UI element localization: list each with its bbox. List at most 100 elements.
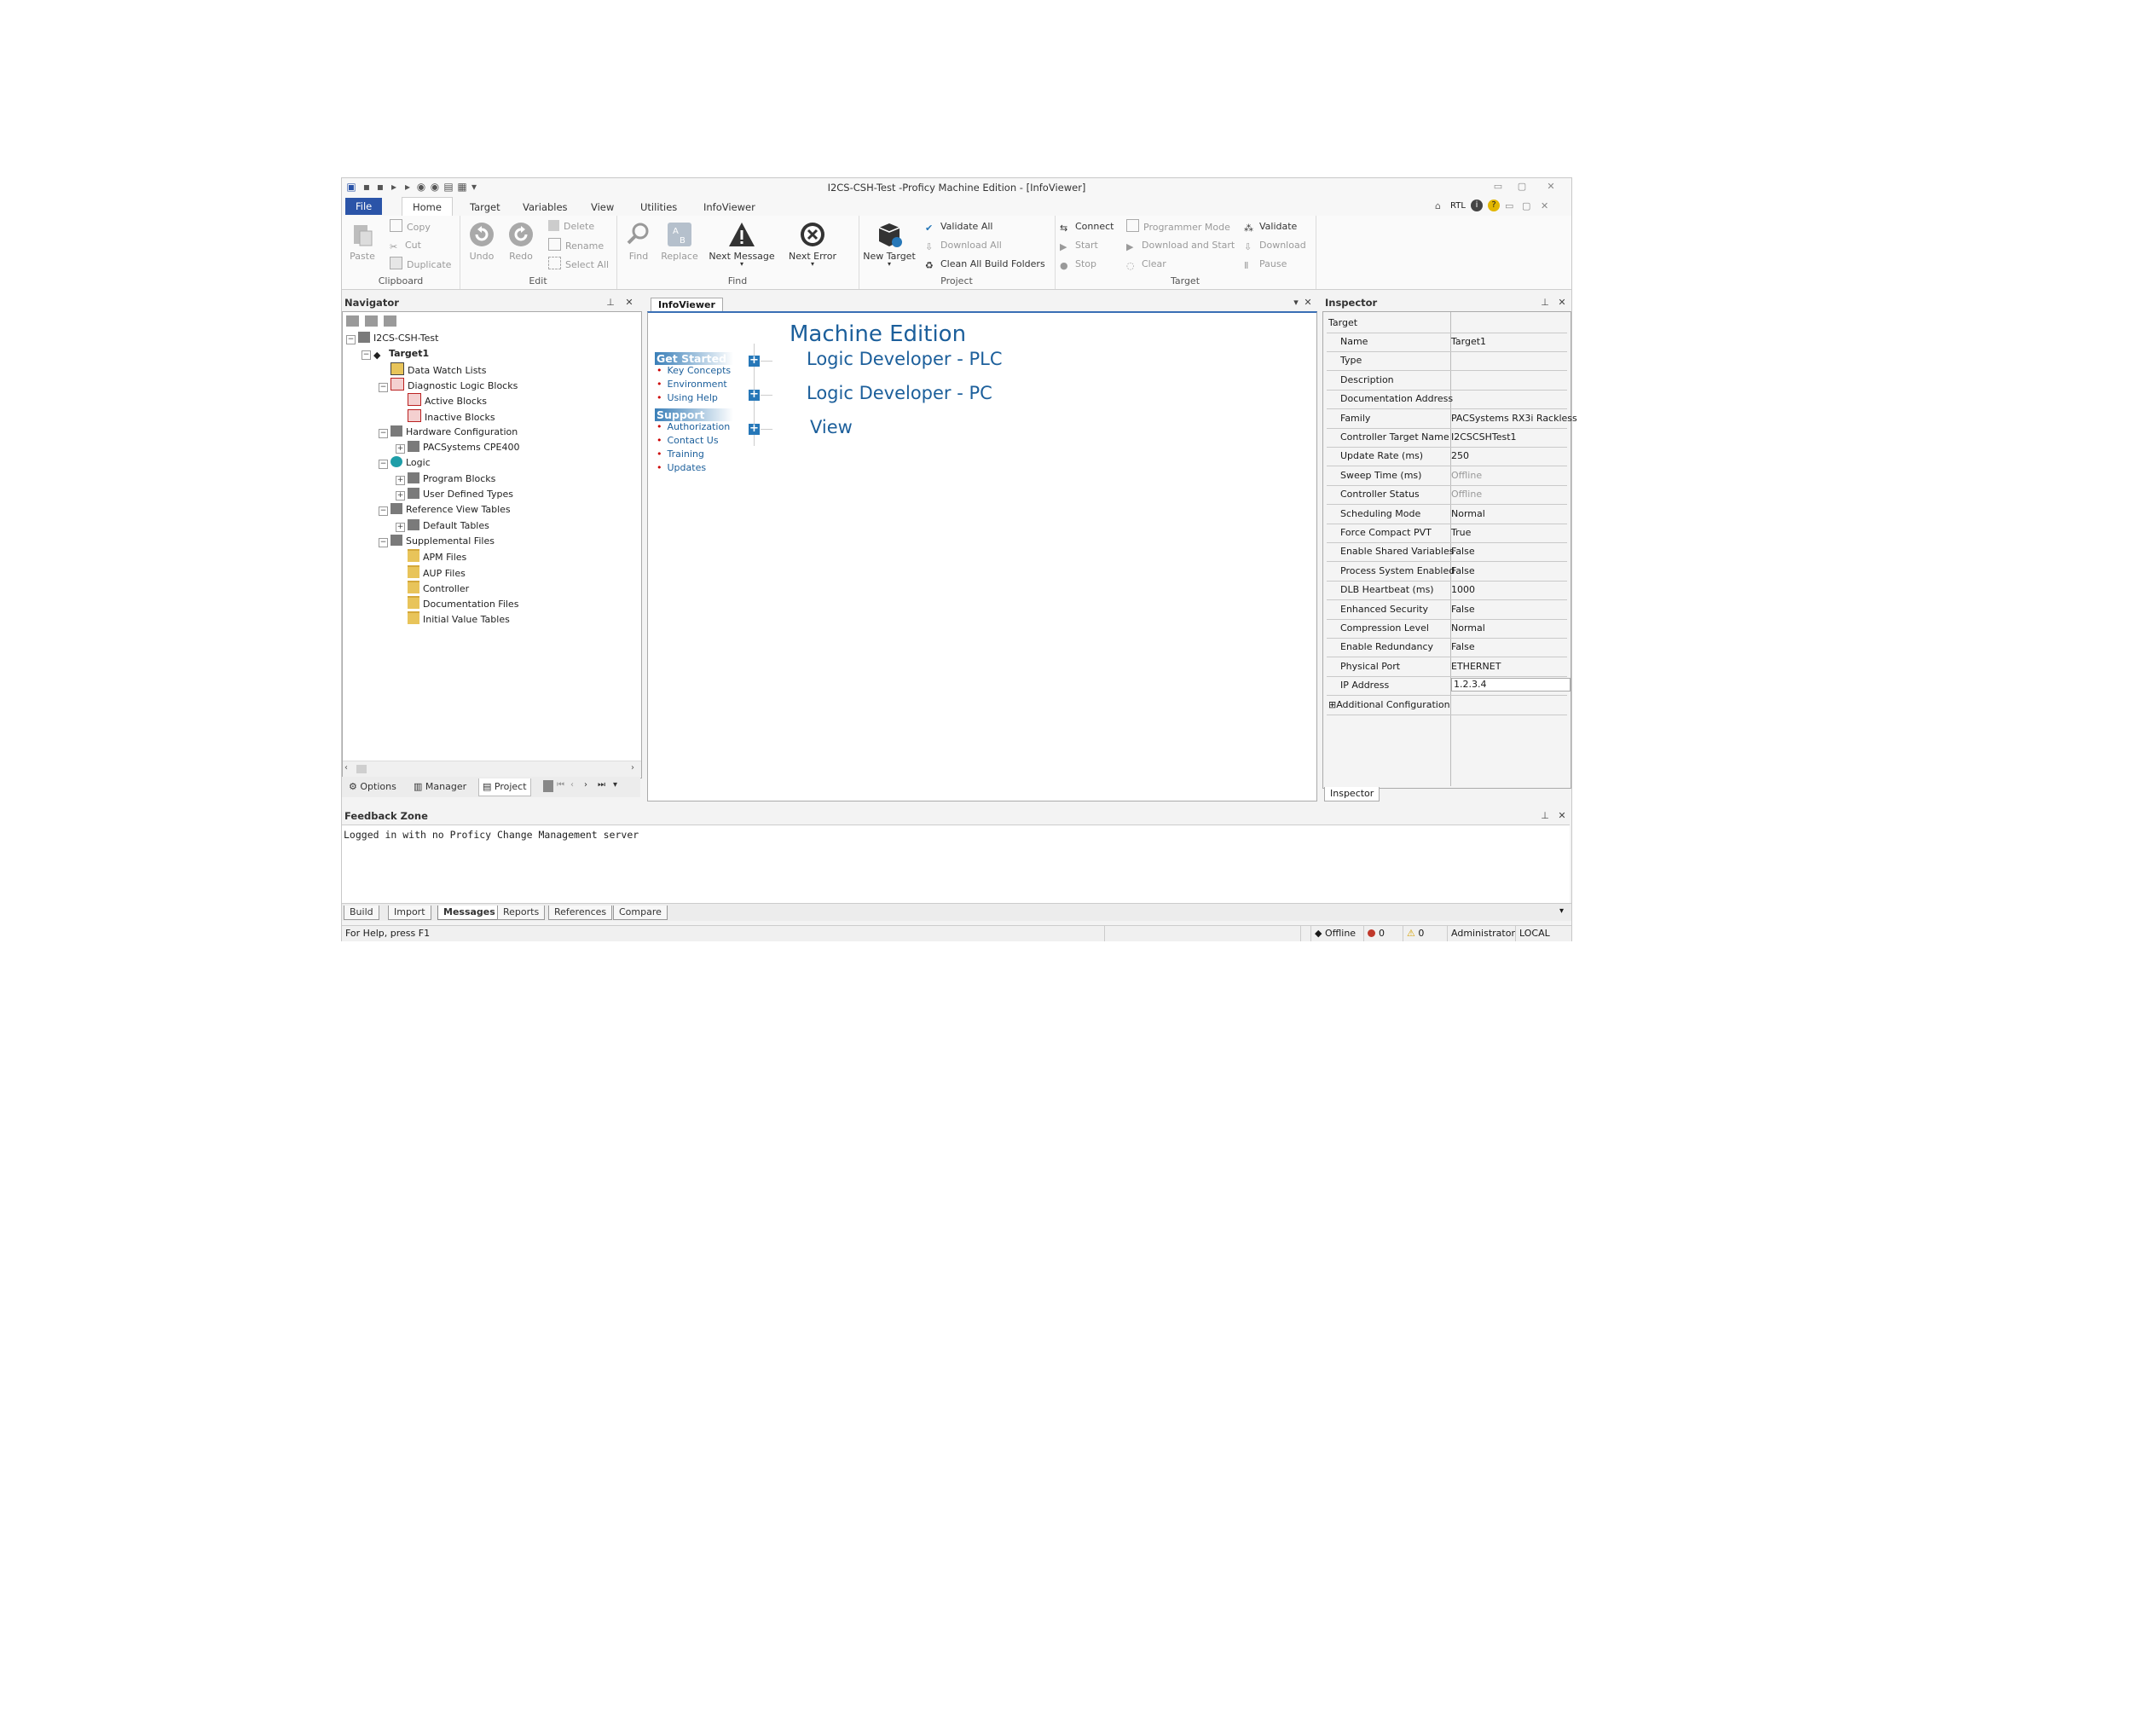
expand-icon[interactable]: +	[396, 491, 405, 501]
property-row[interactable]: Compression Level Normal	[1327, 619, 1567, 639]
expand-icon[interactable]: +	[396, 475, 405, 485]
duplicate-button[interactable]: Duplicate	[390, 257, 451, 272]
tree-item[interactable]: Inactive Blocks	[396, 408, 495, 425]
expand-icon[interactable]: +	[396, 522, 405, 532]
property-value[interactable]: True	[1451, 527, 1471, 538]
property-value[interactable]: Normal	[1451, 622, 1485, 634]
tree-item[interactable]: AUP Files	[396, 564, 466, 581]
status-warnings[interactable]: ⚠ 0	[1403, 926, 1424, 941]
start-button[interactable]: ▶ Start	[1060, 238, 1098, 253]
property-value[interactable]: False	[1451, 604, 1475, 615]
property-row[interactable]: Name Target1	[1327, 333, 1567, 352]
infoviewer-close-icon[interactable]: ✕	[1302, 296, 1314, 310]
tab-infoviewer[interactable]: InfoViewer	[693, 200, 766, 215]
property-row[interactable]: Type	[1327, 351, 1567, 372]
inspector-close-icon[interactable]: ✕	[1556, 296, 1568, 310]
property-row[interactable]: Force Compact PVT True	[1327, 524, 1567, 543]
collapse-icon[interactable]: −	[362, 350, 371, 361]
property-row[interactable]: DLB Heartbeat (ms) 1000	[1327, 581, 1567, 601]
feedback-close-icon[interactable]: ✕	[1556, 809, 1568, 823]
collapse-icon[interactable]: −	[379, 428, 388, 438]
tab-manager[interactable]: ▥ Manager	[410, 778, 470, 796]
scroll-left-icon[interactable]: ‹	[344, 763, 348, 773]
view-properties-icon[interactable]	[384, 315, 396, 327]
tree-item[interactable]: Data Watch Lists	[379, 362, 486, 378]
property-value[interactable]: False	[1451, 546, 1475, 557]
tab-next-icon[interactable]: ›	[584, 780, 587, 790]
expand-plc-icon[interactable]: +	[749, 355, 760, 367]
tab-messages[interactable]: Messages	[437, 906, 501, 920]
link-using-help[interactable]: • Using Help	[657, 391, 718, 405]
scroll-thumb[interactable]	[356, 765, 367, 773]
property-value[interactable]: I2CSCSHTest1	[1451, 431, 1517, 443]
inspector-pin-icon[interactable]: ⊥	[1539, 296, 1551, 310]
tab-compare[interactable]: Compare	[613, 906, 668, 920]
property-row[interactable]: Sweep Time (ms) Offline	[1327, 466, 1567, 486]
rename-button[interactable]: Rename	[548, 238, 604, 253]
help-icon[interactable]: ?	[1488, 200, 1500, 211]
infoviewer-tab[interactable]: InfoViewer	[651, 298, 723, 312]
collapse-icon[interactable]: −	[346, 335, 356, 344]
collapse-icon[interactable]: −	[379, 537, 388, 547]
new-target-dropdown-icon[interactable]: ▾	[862, 261, 917, 268]
property-row[interactable]: Enable Redundancy False	[1327, 638, 1567, 658]
tab-variables[interactable]: Variables	[512, 200, 578, 215]
section-logic-developer-pc[interactable]: Logic Developer - PC	[807, 383, 992, 403]
new-target-button[interactable]: New Target ▾	[862, 221, 917, 268]
tree-item[interactable]: − Supplemental Files	[379, 534, 495, 549]
property-value[interactable]: False	[1451, 565, 1475, 576]
clean-all-build-folders-button[interactable]: ♻ Clean All Build Folders	[925, 257, 1045, 272]
tab-references[interactable]: References	[548, 906, 613, 920]
download-button[interactable]: ⇩ Download	[1244, 238, 1306, 253]
tree-item[interactable]: Documentation Files	[396, 596, 518, 611]
ribbon-close-icon[interactable]: ✕	[1541, 200, 1548, 211]
pin-icon[interactable]: ⊥	[605, 296, 616, 310]
next-error-dropdown-icon[interactable]: ▾	[782, 261, 843, 268]
property-value[interactable]: False	[1451, 641, 1475, 652]
validate-button[interactable]: ⁂ Validate	[1244, 219, 1297, 234]
maximize-icon[interactable]: ▢	[1515, 181, 1529, 193]
property-row[interactable]: Documentation Address	[1327, 390, 1567, 410]
ribbon-minimize-icon[interactable]: ▭	[1505, 200, 1513, 211]
link-environment[interactable]: • Environment	[657, 378, 727, 391]
tab-view[interactable]: View	[581, 200, 624, 215]
tree-item[interactable]: Active Blocks	[396, 393, 487, 408]
property-row[interactable]: Controller Target Name I2CSCSHTest1	[1327, 428, 1567, 448]
find-button[interactable]: Find	[622, 221, 656, 262]
programmer-mode-button[interactable]: Programmer Mode	[1126, 219, 1230, 234]
property-row[interactable]: Description	[1327, 371, 1567, 391]
undo-button[interactable]: Undo	[465, 221, 499, 262]
collapse-icon[interactable]: −	[379, 460, 388, 470]
rtl-label[interactable]: RTL	[1450, 201, 1466, 211]
link-training[interactable]: • Training	[657, 448, 704, 461]
tab-build[interactable]: Build	[344, 906, 379, 920]
section-logic-developer-plc[interactable]: Logic Developer - PLC	[807, 349, 1003, 369]
property-row[interactable]: Update Rate (ms) 250	[1327, 447, 1567, 467]
infoviewer-menu-icon[interactable]: ▾	[1290, 296, 1302, 310]
property-row[interactable]: Physical Port ETHERNET	[1327, 657, 1567, 677]
property-row[interactable]: Process System Enabled False	[1327, 562, 1567, 582]
pause-button[interactable]: Ⅱ Pause	[1244, 257, 1287, 272]
close-window-icon[interactable]: ✕	[1544, 181, 1558, 193]
tab-file[interactable]: File	[345, 198, 383, 215]
horizontal-scrollbar[interactable]: ‹ ›	[343, 761, 641, 777]
tree-item[interactable]: Controller	[396, 580, 469, 596]
delete-button[interactable]: Delete	[548, 219, 594, 234]
expand-pc-icon[interactable]: +	[749, 389, 760, 401]
connect-button[interactable]: ⇆ Connect	[1060, 219, 1114, 234]
copy-button[interactable]: Copy	[390, 219, 431, 234]
additional-configuration-row[interactable]: ⊞Additional Configuration	[1327, 696, 1567, 715]
property-row[interactable]: Enhanced Security False	[1327, 600, 1567, 620]
tree-item[interactable]: + Default Tables	[396, 518, 489, 534]
property-value[interactable]: 1000	[1451, 584, 1475, 595]
property-value[interactable]: Normal	[1451, 508, 1485, 519]
link-authorization[interactable]: • Authorization	[657, 420, 730, 434]
redo-button[interactable]: Redo	[504, 221, 538, 262]
feedback-pin-icon[interactable]: ⊥	[1539, 809, 1551, 823]
download-all-button[interactable]: ⇩ Download All	[925, 238, 1002, 253]
cut-button[interactable]: ✂ Cut	[390, 238, 421, 253]
tree-item[interactable]: − I2CS-CSH-Test	[346, 331, 438, 346]
property-row[interactable]: IP Address 1.2.3.4	[1327, 676, 1571, 697]
property-value[interactable]: Offline	[1451, 470, 1482, 481]
link-contact-us[interactable]: • Contact Us	[657, 434, 719, 448]
